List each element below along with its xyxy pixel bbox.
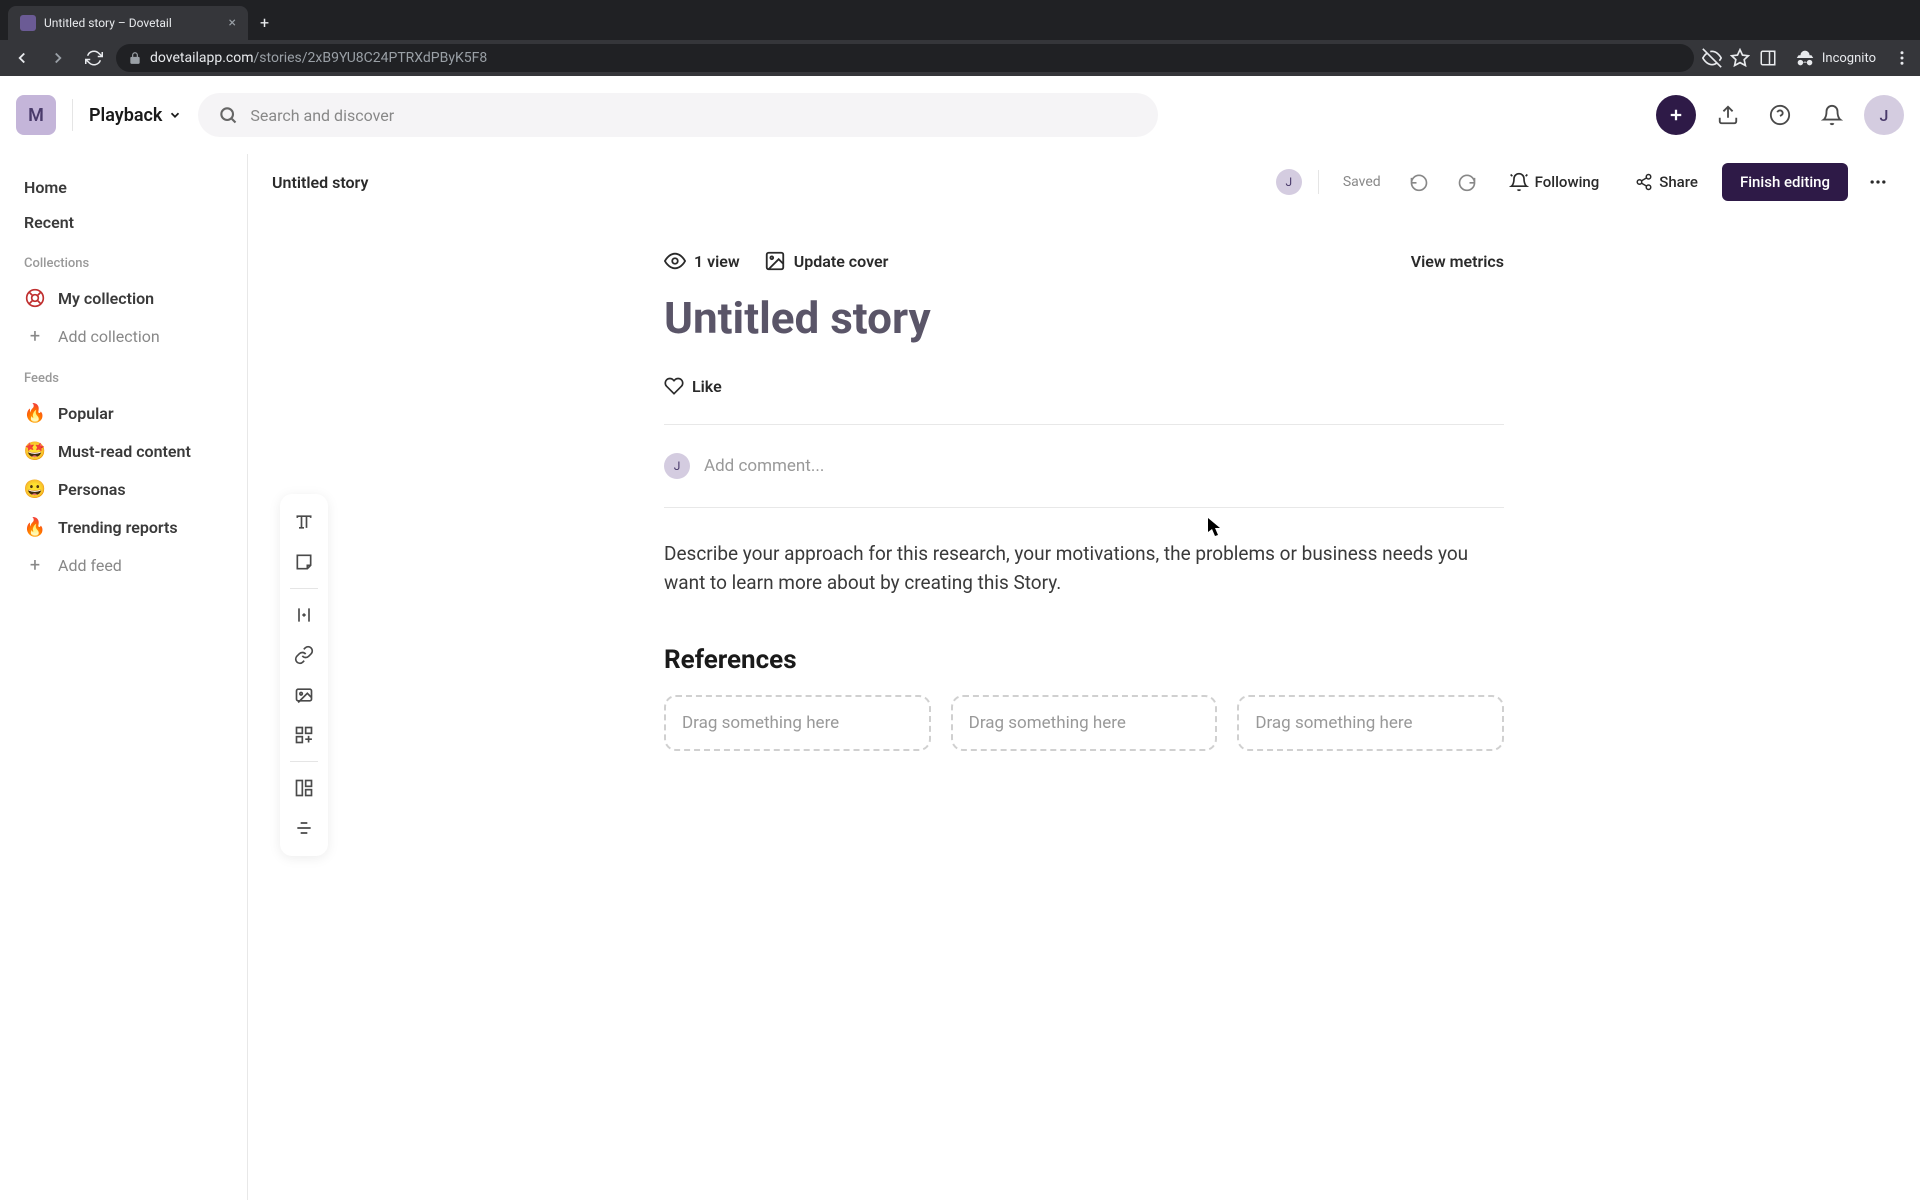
sidebar-feed-popular[interactable]: 🔥 Popular [12, 394, 235, 432]
story-title-input[interactable]: Untitled story [664, 292, 1504, 344]
eye-icon [664, 250, 686, 272]
workspace-switcher[interactable]: M [16, 95, 56, 135]
url-input[interactable]: dovetailapp.com/stories/2xB9YU8C24PTRXdP… [116, 44, 1694, 72]
heart-icon [664, 376, 684, 396]
text-style-button[interactable] [284, 502, 324, 542]
sidebar: Home Recent Collections My collection + … [0, 154, 248, 1200]
sidebar-feed-trending[interactable]: 🔥 Trending reports [12, 508, 235, 546]
star-icon[interactable] [1730, 48, 1750, 68]
bell-ring-icon [1509, 172, 1529, 192]
reference-drop-zone[interactable]: Drag something here [1237, 695, 1504, 751]
favicon [20, 15, 36, 31]
fire-icon: 🔥 [24, 516, 46, 538]
image-button[interactable] [284, 675, 324, 715]
back-button[interactable] [8, 44, 36, 72]
eye-off-icon[interactable] [1702, 48, 1722, 68]
lifebuoy-icon [24, 287, 46, 309]
format-toolbar [280, 494, 328, 856]
project-switcher[interactable]: Playback [89, 105, 182, 126]
add-collection-button[interactable]: + Add collection [12, 317, 235, 355]
plus-icon [1667, 106, 1685, 124]
following-button[interactable]: Following [1497, 164, 1612, 200]
search-icon [218, 105, 238, 125]
share-button[interactable]: Share [1623, 165, 1710, 199]
fire-icon: 🔥 [24, 402, 46, 424]
extensions-icon[interactable] [1758, 48, 1778, 68]
upload-icon [1717, 104, 1739, 126]
feeds-heading: Feeds [12, 355, 235, 394]
help-icon [1769, 104, 1791, 126]
comment-input[interactable]: Add comment... [704, 456, 824, 476]
divider [664, 424, 1504, 425]
close-tab-icon[interactable]: × [229, 15, 236, 31]
layout-button[interactable] [284, 768, 324, 808]
divider-button[interactable] [284, 808, 324, 848]
incognito-indicator[interactable]: Incognito [1786, 43, 1884, 73]
plus-icon: + [24, 554, 46, 576]
note-button[interactable] [284, 542, 324, 582]
new-tab-button[interactable]: + [248, 5, 281, 40]
search-input[interactable]: Search and discover [198, 93, 1158, 137]
content-header: Untitled story J Saved Following Share [272, 154, 1896, 210]
divider [72, 99, 73, 131]
forward-button[interactable] [44, 44, 72, 72]
collections-heading: Collections [12, 240, 235, 279]
insert-column-button[interactable] [284, 595, 324, 635]
story-description[interactable]: Describe your approach for this research… [664, 540, 1504, 597]
image-icon [764, 250, 786, 272]
views-indicator[interactable]: 1 view [664, 250, 740, 272]
tab-title: Untitled story – Dovetail [44, 16, 221, 30]
incognito-icon [1794, 47, 1816, 69]
divider [290, 761, 318, 762]
more-button[interactable] [1860, 164, 1896, 200]
reference-drop-zone[interactable]: Drag something here [951, 695, 1218, 751]
breadcrumb-title[interactable]: Untitled story [272, 173, 368, 192]
add-feed-button[interactable]: + Add feed [12, 546, 235, 584]
sidebar-collection-item[interactable]: My collection [12, 279, 235, 317]
redo-button[interactable] [1449, 164, 1485, 200]
app-header: M Playback Search and discover J [0, 76, 1920, 154]
divider [664, 507, 1504, 508]
bell-icon [1821, 104, 1843, 126]
plus-icon: + [24, 325, 46, 347]
link-button[interactable] [284, 635, 324, 675]
sidebar-recent[interactable]: Recent [12, 205, 235, 240]
user-avatar[interactable]: J [1864, 95, 1904, 135]
like-button[interactable]: Like [664, 368, 1504, 404]
chevron-down-icon [168, 108, 182, 122]
update-cover-button[interactable]: Update cover [764, 250, 889, 272]
share-icon [1635, 173, 1653, 191]
divider [1318, 170, 1319, 194]
references-heading: References [664, 645, 1504, 675]
smile-icon: 😀 [24, 478, 46, 500]
sidebar-home[interactable]: Home [12, 170, 235, 205]
notifications-button[interactable] [1812, 95, 1852, 135]
reference-drop-zone[interactable]: Drag something here [664, 695, 931, 751]
help-button[interactable] [1760, 95, 1800, 135]
upload-button[interactable] [1708, 95, 1748, 135]
undo-button[interactable] [1401, 164, 1437, 200]
url-text: dovetailapp.com/stories/2xB9YU8C24PTRXdP… [150, 50, 487, 66]
create-button[interactable] [1656, 95, 1696, 135]
commenter-avatar: J [664, 453, 690, 479]
menu-icon[interactable] [1892, 48, 1912, 68]
save-status: Saved [1335, 174, 1389, 190]
view-metrics-button[interactable]: View metrics [1411, 252, 1504, 271]
collaborator-avatar[interactable]: J [1276, 169, 1302, 195]
browser-address-bar: dovetailapp.com/stories/2xB9YU8C24PTRXdP… [0, 40, 1920, 76]
widget-button[interactable] [284, 715, 324, 755]
sidebar-feed-personas[interactable]: 😀 Personas [12, 470, 235, 508]
finish-editing-button[interactable]: Finish editing [1722, 163, 1848, 201]
reload-button[interactable] [80, 44, 108, 72]
redo-icon [1457, 172, 1477, 192]
sidebar-feed-mustread[interactable]: 🤩 Must-read content [12, 432, 235, 470]
more-icon [1868, 172, 1888, 192]
browser-tab[interactable]: Untitled story – Dovetail × [8, 6, 248, 40]
comment-input-row: J Add comment... [664, 445, 1504, 487]
lock-icon [128, 51, 142, 65]
undo-icon [1409, 172, 1429, 192]
divider [290, 588, 318, 589]
browser-tab-strip: Untitled story – Dovetail × + [0, 0, 1920, 40]
star-eyes-icon: 🤩 [24, 440, 46, 462]
